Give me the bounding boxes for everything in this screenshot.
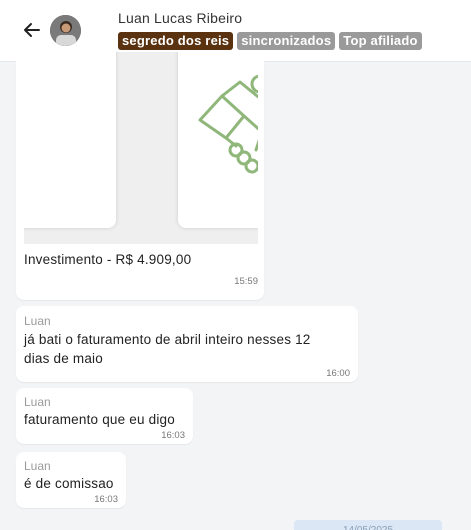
- message-text: é de comissao: [24, 476, 114, 491]
- tag-sincronizados[interactable]: sincronizados: [237, 32, 336, 50]
- message-sender: Luan: [24, 314, 51, 328]
- image-card-left: [24, 52, 116, 228]
- avatar[interactable]: [50, 15, 81, 46]
- message-caption: Investimento - R$ 4.909,00: [24, 252, 192, 267]
- contact-name[interactable]: Luan Lucas Ribeiro: [118, 10, 242, 26]
- image-card-right: [178, 52, 258, 228]
- message-sender: Luan: [24, 395, 51, 409]
- message-bubble[interactable]: Luan faturamento que eu digo 16:03: [16, 388, 193, 444]
- arrow-left-icon: [24, 23, 40, 37]
- contact-tags: segredo dos reis sincronizados Top afili…: [118, 32, 422, 50]
- message-sender: Luan: [24, 459, 51, 473]
- message-text-line-1: já bati o faturamento de abril inteiro n…: [24, 332, 311, 347]
- message-time: 16:03: [161, 430, 185, 441]
- message-bubble[interactable]: Luan é de comissao 16:03: [16, 452, 126, 508]
- back-button[interactable]: [18, 16, 46, 44]
- message-time: 16:03: [94, 494, 118, 505]
- message-bubble[interactable]: Luan já bati o faturamento de abril inte…: [16, 306, 358, 382]
- message-text-line-2: dias de maio: [24, 351, 103, 366]
- message-time: 16:00: [326, 368, 350, 379]
- message-text: faturamento que eu digo: [24, 412, 175, 427]
- message-time: 15:59: [234, 276, 258, 287]
- media-message[interactable]: Investimento - R$ 4.909,00 15:59: [16, 52, 264, 300]
- date-separator: 14/05/2025: [294, 520, 442, 530]
- handshake-icon: [198, 74, 258, 174]
- message-list[interactable]: Investimento - R$ 4.909,00 15:59 Luan já…: [0, 52, 471, 530]
- tag-top-afiliado[interactable]: Top afiliado: [339, 32, 422, 50]
- message-image[interactable]: [24, 52, 258, 244]
- tag-segredo-dos-reis[interactable]: segredo dos reis: [118, 32, 234, 50]
